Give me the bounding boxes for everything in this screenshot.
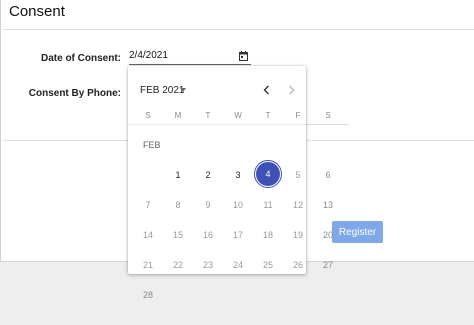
phone-field-underline [307, 124, 349, 125]
weekday-label: S [325, 111, 331, 120]
calendar-day[interactable]: 17 [225, 227, 251, 243]
calendar-day[interactable]: 22 [165, 257, 191, 273]
calendar-day[interactable]: 25 [255, 257, 281, 273]
caret-down-icon[interactable] [180, 88, 186, 92]
selected-calendar-day[interactable]: 4 [256, 162, 280, 186]
calendar-day[interactable]: 24 [225, 257, 251, 273]
calendar-day[interactable]: 15 [165, 227, 191, 243]
calendar-day[interactable]: 2 [195, 167, 221, 183]
calendar-day[interactable]: 28 [135, 287, 161, 303]
weekday-divider [128, 124, 306, 125]
calendar-day[interactable]: 7 [135, 197, 161, 213]
page-title: Consent [9, 3, 65, 20]
calendar-icon[interactable] [239, 51, 248, 61]
calendar-day[interactable]: 10 [225, 197, 251, 213]
calendar-day[interactable]: 19 [285, 227, 311, 243]
calendar-day[interactable]: 1 [165, 167, 191, 183]
date-of-consent-label: Date of Consent: [41, 53, 121, 64]
calendar-day[interactable]: 9 [195, 197, 221, 213]
weekday-label: M [174, 111, 182, 120]
weekday-label: T [205, 111, 211, 120]
date-of-consent-input[interactable]: 2/4/2021 [129, 49, 251, 65]
weekday-label: W [234, 111, 242, 120]
weekday-label: F [295, 111, 301, 120]
month-year-select[interactable]: FEB 2021 [140, 85, 184, 96]
calendar-day[interactable]: 8 [165, 197, 191, 213]
consent-by-phone-label: Consent By Phone: [28, 88, 121, 99]
chevron-left-icon[interactable] [261, 84, 273, 96]
calendar-day[interactable]: 27 [315, 257, 341, 273]
calendar-day[interactable]: 23 [195, 257, 221, 273]
date-of-consent-value: 2/4/2021 [129, 50, 168, 61]
calendar-day[interactable]: 6 [315, 167, 341, 183]
weekday-label: S [145, 111, 151, 120]
chevron-right-icon[interactable] [285, 84, 297, 96]
calendar-day[interactable]: 16 [195, 227, 221, 243]
weekday-label: T [265, 111, 271, 120]
calendar-day[interactable]: 18 [255, 227, 281, 243]
calendar-day[interactable]: 11 [255, 197, 281, 213]
calendar-day[interactable]: 14 [135, 227, 161, 243]
calendar-day[interactable]: 20 [315, 227, 341, 243]
calendar-day[interactable]: 26 [285, 257, 311, 273]
calendar-day[interactable]: 21 [135, 257, 161, 273]
calendar-month-label: FEB [143, 140, 161, 150]
calendar-day[interactable]: 3 [225, 167, 251, 183]
title-divider [3, 29, 474, 30]
calendar-day[interactable]: 13 [315, 197, 341, 213]
calendar-day[interactable]: 5 [285, 167, 311, 183]
calendar-day[interactable]: 12 [285, 197, 311, 213]
